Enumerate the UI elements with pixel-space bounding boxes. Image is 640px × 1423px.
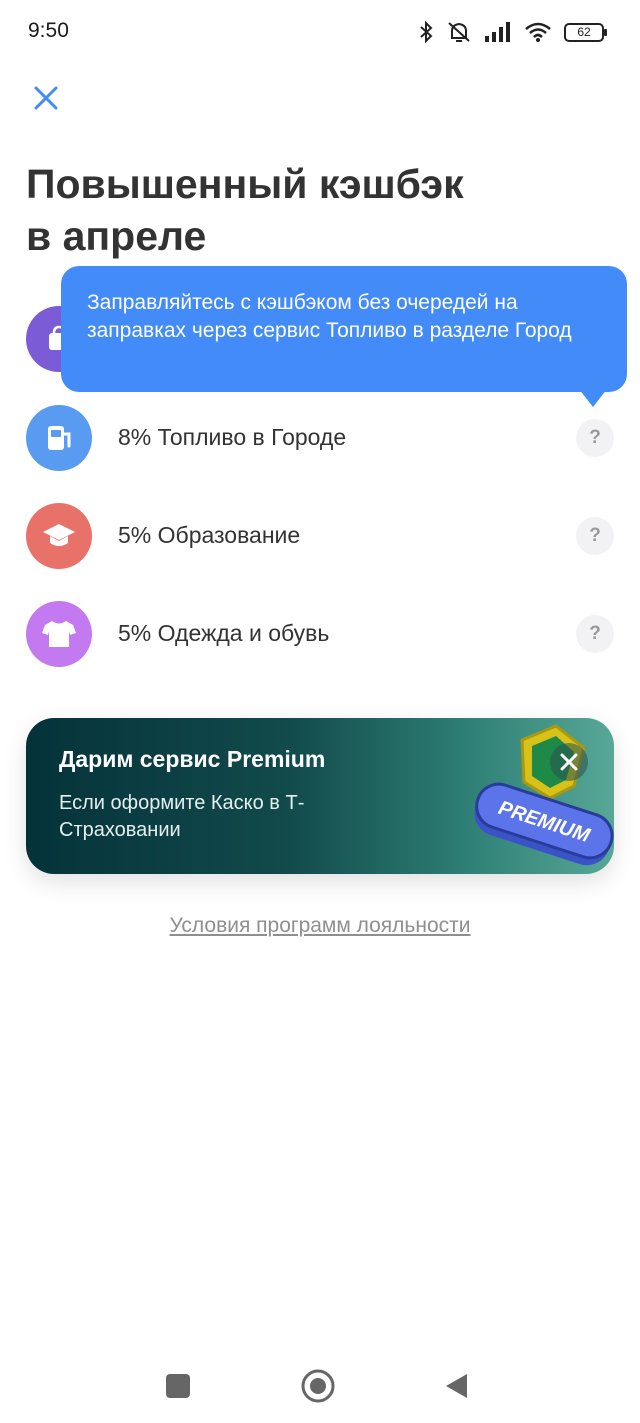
promo-text: Если оформите Каско в Т-Страховании [59,792,305,841]
promo-title: Дарим сервис Premium [59,746,326,772]
system-nav-bar [0,1348,640,1423]
bluetooth-icon [420,20,433,44]
recents-icon [166,1374,190,1398]
cashback-item-fuel[interactable]: 8% Топливо в Городе ? [0,393,640,483]
back-icon [446,1374,467,1398]
battery-icon: 62 [564,22,607,42]
status-bar: 9:50 62 [0,0,640,64]
loyalty-terms-link[interactable]: Условия программ лояльности [0,914,640,938]
home-icon [301,1369,335,1403]
close-icon [560,753,578,771]
screen: 9:50 62 Повышенный кэшбэк в апреле 8% То… [0,0,640,1423]
promo-banner[interactable]: Дарим сервис Premium Если оформите Каско… [26,718,614,874]
tooltip-text: Заправляйтесь с кэшбэком без очередей на… [87,291,572,342]
cashback-item-label: 5% Одежда и обувь [118,620,330,646]
cashback-item-label: 5% Образование [118,522,301,548]
status-time: 9:50 [28,19,69,42]
promo-close-button[interactable] [550,743,588,781]
close-button[interactable] [26,78,66,118]
page-title-line1: Повышенный кэшбэк [26,161,464,207]
recents-button[interactable] [158,1366,198,1406]
home-button[interactable] [298,1366,338,1406]
tshirt-icon [26,601,92,667]
page-title: Повышенный кэшбэк в апреле [26,158,586,262]
help-button[interactable]: ? [576,615,614,653]
cashback-item-clothes[interactable]: 5% Одежда и обувь ? [0,589,640,679]
cashback-item-education[interactable]: 5% Образование ? [0,491,640,581]
tooltip-tail [579,389,607,407]
wifi-icon [525,22,551,42]
cashback-item-label: 8% Топливо в Городе [118,424,347,450]
premium-badge-icon: PREMIUM [474,724,614,866]
mute-icon [448,22,470,42]
help-button[interactable]: ? [576,517,614,555]
close-icon [34,86,58,110]
back-button[interactable] [436,1366,476,1406]
signal-icon [485,22,510,42]
help-button[interactable]: ? [576,419,614,457]
page-title-line2: в апреле [26,213,207,259]
fuel-icon [26,405,92,471]
graduation-cap-icon [26,503,92,569]
status-icons: 62 [418,16,607,48]
tooltip: Заправляйтесь с кэшбэком без очередей на… [61,266,627,392]
